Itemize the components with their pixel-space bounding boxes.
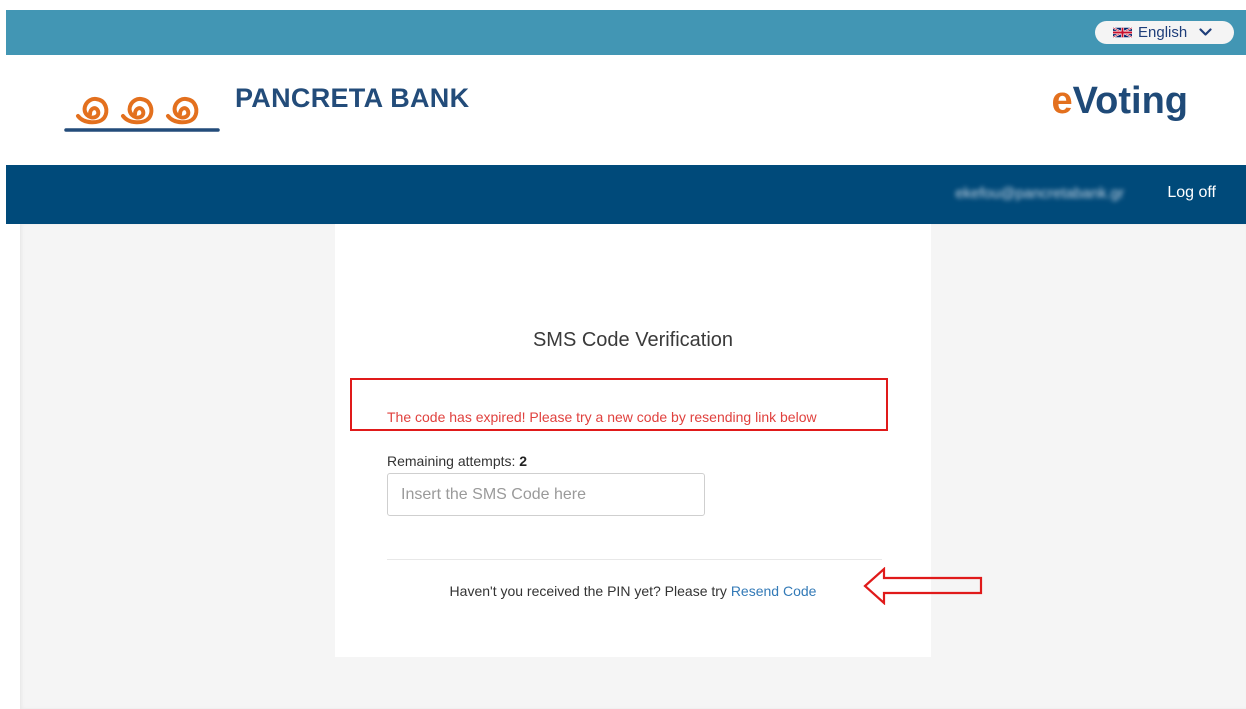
sms-code-input[interactable] xyxy=(387,473,705,516)
resend-prompt: Haven't you received the PIN yet? Please… xyxy=(335,583,931,599)
logoff-link[interactable]: Log off xyxy=(1167,184,1216,202)
evoting-prefix: e xyxy=(1051,80,1073,122)
evoting-rest: Voting xyxy=(1072,80,1188,122)
remaining-attempts: Remaining attempts: 2 xyxy=(387,453,527,469)
left-arrow-outline-icon xyxy=(863,567,983,605)
nav-bar: ekefou@pancretabank.gr Log off xyxy=(6,165,1246,224)
chevron-down-icon xyxy=(1199,28,1212,36)
uk-flag-icon xyxy=(1113,26,1132,39)
attempts-count: 2 xyxy=(519,453,528,469)
language-selector[interactable]: English xyxy=(1095,21,1234,44)
language-label: English xyxy=(1138,24,1188,41)
top-strip: English xyxy=(6,10,1246,55)
attempts-label: Remaining attempts: xyxy=(387,453,516,469)
user-email: ekefou@pancretabank.gr xyxy=(955,185,1124,202)
resend-code-link[interactable]: Resend Code xyxy=(731,583,817,599)
verification-card: SMS Code Verification The code has expir… xyxy=(335,224,931,657)
bank-name: PANCRETA BANK xyxy=(235,83,470,113)
pin-prompt-text: Haven't you received the PIN yet? Please… xyxy=(449,583,727,599)
pancreta-wave-logo-icon xyxy=(64,96,220,132)
page-title: SMS Code Verification xyxy=(532,329,734,351)
brand-header: PANCRETA BANK eVoting xyxy=(6,55,1246,165)
error-message: The code has expired! Please try a new c… xyxy=(387,409,817,425)
evoting-title: eVoting xyxy=(1051,80,1188,123)
divider xyxy=(387,559,882,560)
